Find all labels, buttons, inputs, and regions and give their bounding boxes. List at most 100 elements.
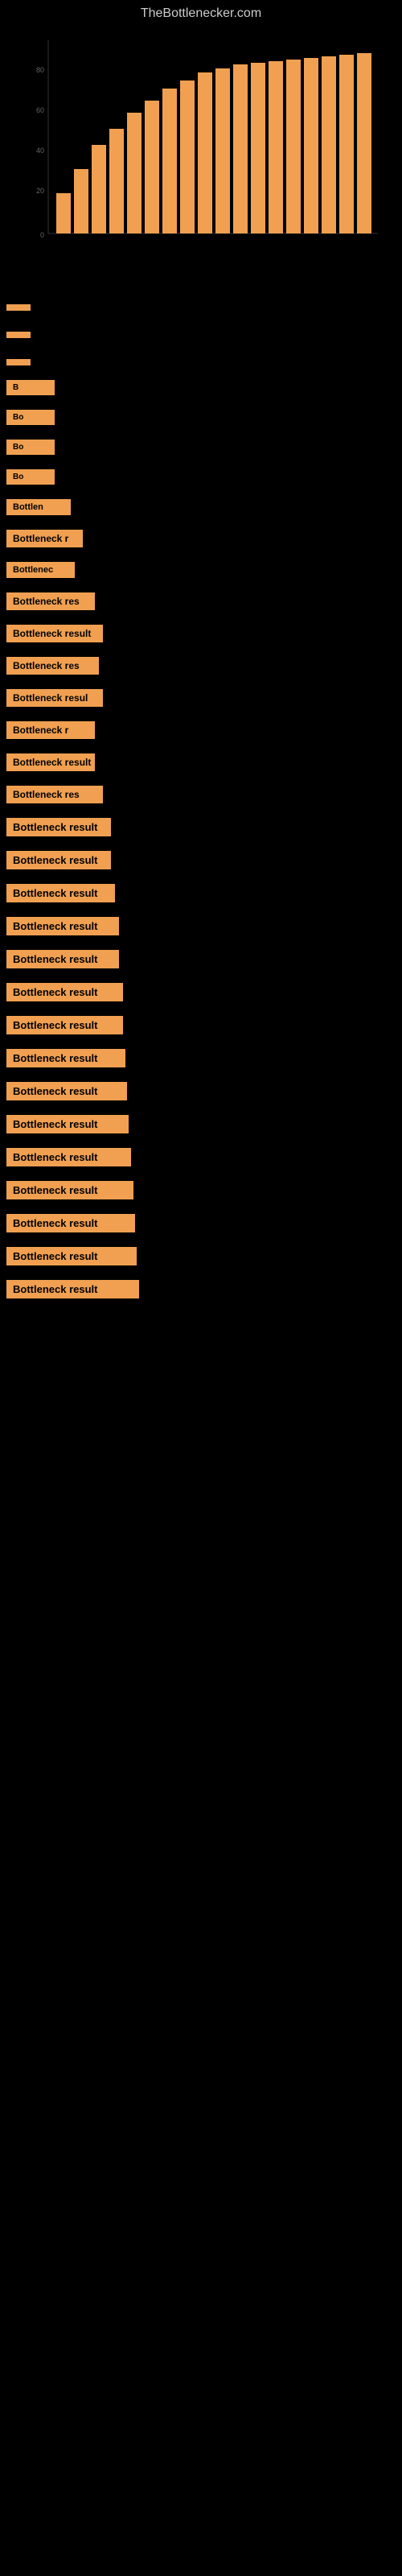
result-bar: Bottleneck resul — [6, 689, 103, 707]
row-spacer — [6, 646, 402, 655]
result-bar: Bottleneck result — [6, 983, 123, 1001]
result-row: Bottleneck result — [6, 1245, 402, 1267]
result-bar: Bottleneck result — [6, 884, 115, 902]
result-row: Bottleneck result — [6, 816, 402, 838]
result-bar: Bottleneck result — [6, 1049, 125, 1067]
row-spacer — [6, 551, 402, 560]
result-row: Bottleneck result — [6, 981, 402, 1003]
site-title: TheBottlenecker.com — [0, 0, 402, 24]
result-bar: Bottleneck result — [6, 1280, 139, 1298]
result-bar: Bottleneck result — [6, 851, 111, 869]
result-bar — [6, 332, 31, 338]
result-row: Bottleneck r — [6, 528, 402, 549]
row-spacer — [6, 581, 402, 591]
result-row: Bottleneck result — [6, 1113, 402, 1135]
svg-text:80: 80 — [36, 66, 44, 74]
result-row: Bottleneck result — [6, 948, 402, 970]
row-spacer — [6, 369, 402, 378]
result-bar: Bottleneck result — [6, 1016, 123, 1034]
result-row — [6, 330, 402, 340]
row-spacer — [6, 710, 402, 720]
result-row: Bottlen — [6, 497, 402, 517]
row-spacer — [6, 939, 402, 948]
result-row — [6, 303, 402, 312]
main-chart: 0 20 40 60 80 — [16, 32, 386, 258]
result-row: Bottleneck result — [6, 1080, 402, 1102]
result-bar: Bottleneck result — [6, 1181, 133, 1199]
row-spacer — [6, 873, 402, 882]
row-spacer — [6, 314, 402, 330]
row-spacer — [6, 341, 402, 357]
result-bar: Bottleneck result — [6, 950, 119, 968]
result-bar: Bottleneck res — [6, 657, 99, 675]
row-spacer — [6, 518, 402, 528]
result-row: Bottleneck result — [6, 752, 402, 773]
result-bar: Bottlenec — [6, 562, 75, 578]
result-bar: Bottleneck res — [6, 786, 103, 803]
chart-svg: 0 20 40 60 80 — [16, 32, 386, 258]
svg-text:0: 0 — [40, 231, 44, 239]
row-spacer — [6, 1005, 402, 1014]
svg-text:40: 40 — [36, 147, 44, 155]
row-spacer — [6, 807, 402, 816]
row-spacer — [6, 742, 402, 752]
row-spacer — [6, 1137, 402, 1146]
row-spacer — [6, 1071, 402, 1080]
svg-text:20: 20 — [36, 187, 44, 195]
result-row: Bottleneck result — [6, 882, 402, 904]
result-row: Bo — [6, 438, 402, 456]
svg-text:60: 60 — [36, 106, 44, 114]
results-container: B Bo Bo Bo Bottlen Bottleneck r Bottlene… — [0, 298, 402, 1307]
result-bar: Bottleneck result — [6, 1247, 137, 1265]
result-row: Bottleneck res — [6, 784, 402, 805]
row-spacer — [6, 840, 402, 849]
result-bar — [6, 359, 31, 365]
row-spacer — [6, 1038, 402, 1047]
result-row — [6, 357, 402, 367]
result-row: Bottleneck result — [6, 1047, 402, 1069]
result-row: Bottleneck result — [6, 1146, 402, 1168]
result-bar: Bottleneck result — [6, 1082, 127, 1100]
result-row: Bottleneck r — [6, 720, 402, 741]
result-row: Bottleneck result — [6, 915, 402, 937]
result-row: Bottleneck result — [6, 623, 402, 644]
row-spacer — [6, 774, 402, 784]
result-bar: Bottleneck result — [6, 753, 95, 771]
row-spacer — [6, 613, 402, 623]
row-spacer — [6, 428, 402, 438]
result-row: Bo — [6, 408, 402, 427]
result-row: Bottleneck result — [6, 1014, 402, 1036]
row-spacer — [6, 1170, 402, 1179]
result-bar: Bottleneck result — [6, 818, 111, 836]
result-row: Bottleneck result — [6, 1179, 402, 1201]
result-bar: Bottleneck r — [6, 721, 95, 739]
result-bar: Bottleneck result — [6, 625, 103, 642]
result-row: Bottleneck result — [6, 849, 402, 871]
row-spacer — [6, 1203, 402, 1212]
result-row: Bottleneck res — [6, 655, 402, 676]
result-row: Bottleneck res — [6, 591, 402, 612]
result-bar: Bo — [6, 469, 55, 485]
result-bar: Bottleneck result — [6, 917, 119, 935]
row-spacer — [6, 488, 402, 497]
result-bar — [6, 304, 31, 311]
row-spacer — [6, 972, 402, 981]
result-row: Bottlenec — [6, 560, 402, 580]
row-spacer — [6, 1236, 402, 1245]
result-row: Bo — [6, 468, 402, 486]
result-row: Bottleneck resul — [6, 687, 402, 708]
row-spacer — [6, 906, 402, 915]
row-spacer — [6, 1269, 402, 1278]
result-bar: Bottleneck result — [6, 1214, 135, 1232]
row-spacer — [6, 398, 402, 408]
result-bar: B — [6, 380, 55, 395]
result-bar: Bottleneck result — [6, 1148, 131, 1166]
result-bar: Bo — [6, 410, 55, 425]
result-bar: Bo — [6, 440, 55, 455]
result-bar: Bottleneck r — [6, 530, 83, 547]
result-bar: Bottlen — [6, 499, 71, 515]
result-row: Bottleneck result — [6, 1212, 402, 1234]
result-row: Bottleneck result — [6, 1278, 402, 1300]
result-bar: Bottleneck res — [6, 592, 95, 610]
section-gap-1 — [0, 266, 402, 298]
